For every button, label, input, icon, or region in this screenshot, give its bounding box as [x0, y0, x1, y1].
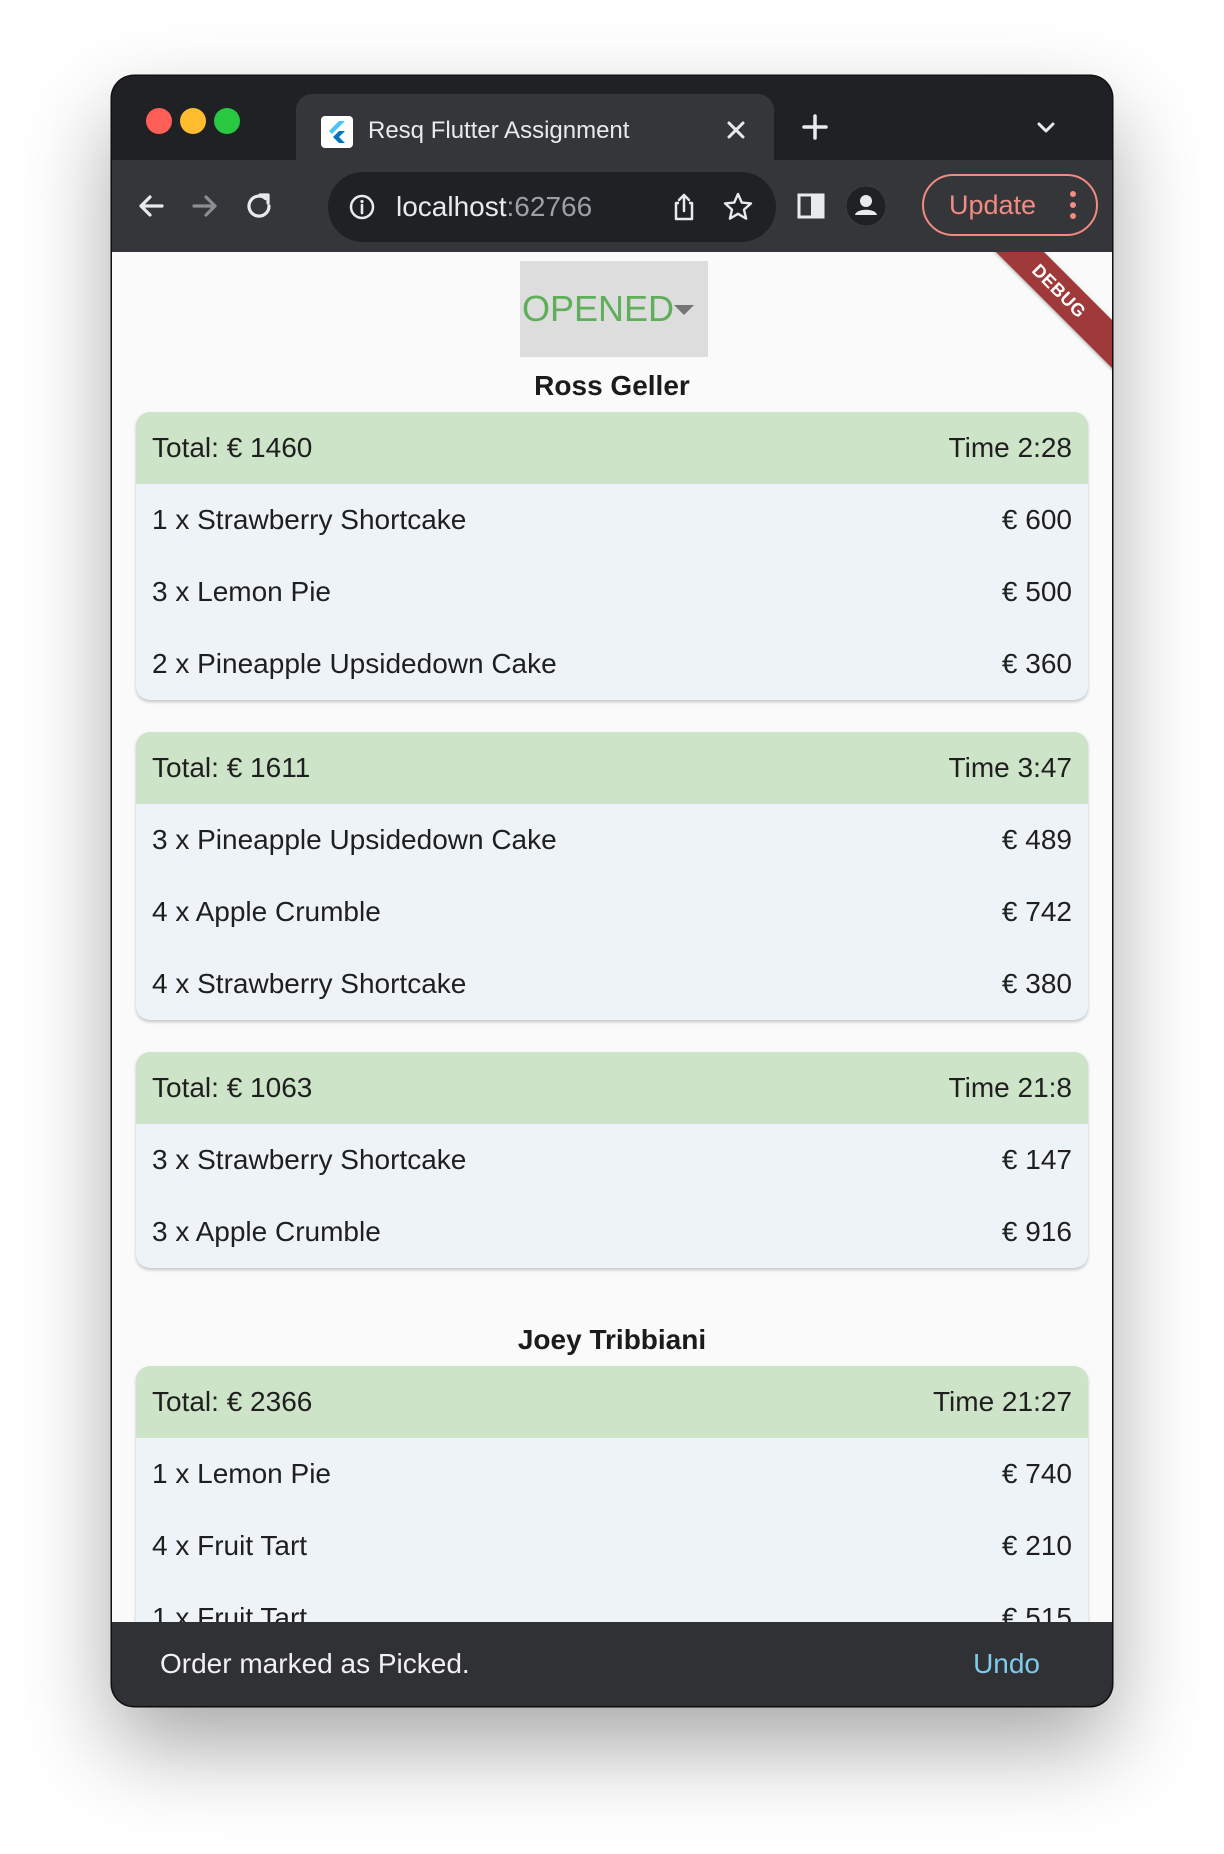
order-item: 2 x Pineapple Upsidedown Cake € 360	[136, 628, 1088, 700]
tab-active[interactable]: Resq Flutter Assignment	[296, 94, 774, 166]
item-price: € 489	[1001, 824, 1072, 855]
order-header: Total: € 1063 Time 21:8	[136, 1052, 1088, 1124]
undo-button[interactable]: Undo	[973, 1647, 1040, 1681]
url-text: localhost:62766	[396, 191, 593, 222]
order-time: Time 3:47	[948, 752, 1072, 783]
item-price: € 147	[1001, 1144, 1072, 1175]
order-item: 4 x Apple Crumble € 742	[136, 876, 1088, 948]
forward-arrow-icon[interactable]	[186, 187, 224, 225]
order-card[interactable]: Total: € 1063 Time 21:8 3 x Strawberry S…	[136, 1052, 1088, 1268]
item-price: € 380	[1001, 968, 1072, 999]
dropdown-caret-icon	[674, 305, 694, 315]
star-icon[interactable]	[722, 191, 754, 223]
browser-toolbar: localhost:62766 Update	[112, 160, 1112, 252]
order-item: 3 x Pineapple Upsidedown Cake € 489	[136, 804, 1088, 876]
item-label: 1 x Strawberry Shortcake	[152, 504, 467, 535]
more-vert-icon[interactable]	[1070, 190, 1076, 220]
item-price: € 600	[1001, 504, 1072, 535]
order-time: Time 21:27	[932, 1386, 1072, 1417]
item-price: € 742	[1001, 896, 1072, 927]
order-item: 1 x Strawberry Shortcake € 600	[136, 484, 1088, 556]
item-label: 3 x Pineapple Upsidedown Cake	[152, 824, 557, 855]
item-price: € 360	[1001, 648, 1072, 679]
order-header: Total: € 2366 Time 21:27	[136, 1366, 1088, 1438]
order-item: 1 x Lemon Pie € 740	[136, 1438, 1088, 1510]
address-bar[interactable]: localhost:62766	[328, 172, 776, 242]
maximize-window-button[interactable]	[214, 108, 240, 134]
flutter-icon	[321, 116, 353, 148]
item-label: 3 x Strawberry Shortcake	[152, 1144, 467, 1175]
order-card[interactable]: Total: € 1460 Time 2:28 1 x Strawberry S…	[136, 412, 1088, 700]
close-window-button[interactable]	[146, 108, 172, 134]
back-arrow-icon[interactable]	[132, 187, 170, 225]
debug-banner: DEBUG	[965, 252, 1112, 385]
status-filter-dropdown[interactable]: OPENED	[520, 261, 708, 357]
order-header: Total: € 1611 Time 3:47	[136, 732, 1088, 804]
order-time: Time 21:8	[948, 1072, 1072, 1103]
item-label: 1 x Lemon Pie	[152, 1458, 331, 1489]
app-content: OPENED DEBUG Ross Geller Total: € 1460 T…	[112, 252, 1112, 1622]
reload-icon[interactable]	[240, 187, 278, 225]
profile-avatar-icon[interactable]	[846, 186, 886, 226]
update-button-label: Update	[949, 190, 1037, 220]
customer-name: Joey Tribbiani	[517, 1324, 707, 1355]
item-price: € 210	[1001, 1530, 1072, 1561]
minimize-window-button[interactable]	[180, 108, 206, 134]
order-card[interactable]: Total: € 1611 Time 3:47 3 x Pineapple Up…	[136, 732, 1088, 1020]
item-price: € 515	[1001, 1602, 1072, 1622]
order-item: 3 x Strawberry Shortcake € 147	[136, 1124, 1088, 1196]
item-price: € 916	[1001, 1216, 1072, 1247]
tab-strip: Resq Flutter Assignment	[112, 76, 1112, 166]
snackbar-message: Order marked as Picked.	[160, 1648, 470, 1679]
order-item: 4 x Fruit Tart € 210	[136, 1510, 1088, 1582]
side-panel-icon[interactable]	[792, 187, 830, 225]
order-item: 3 x Lemon Pie € 500	[136, 556, 1088, 628]
order-item: 4 x Strawberry Shortcake € 380	[136, 948, 1088, 1020]
order-total: Total: € 1460	[152, 432, 313, 463]
item-label: 4 x Apple Crumble	[152, 896, 381, 927]
item-price: € 500	[1001, 576, 1072, 607]
tab-title: Resq Flutter Assignment	[368, 117, 630, 144]
chevron-down-icon[interactable]	[1032, 114, 1060, 142]
order-total: Total: € 1063	[152, 1072, 313, 1103]
info-icon[interactable]	[348, 193, 376, 221]
order-card[interactable]: Total: € 2366 Time 21:27 1 x Lemon Pie €…	[136, 1366, 1088, 1622]
item-label: 3 x Lemon Pie	[152, 576, 331, 607]
order-total: Total: € 1611	[152, 752, 311, 783]
new-tab-icon[interactable]	[798, 110, 832, 144]
browser-window: Resq Flutter Assignment localhost:62766	[112, 76, 1112, 1706]
order-item: 1 x Fruit Tart € 515	[136, 1582, 1088, 1622]
order-header: Total: € 1460 Time 2:28	[136, 412, 1088, 484]
status-filter-value: OPENED	[522, 288, 675, 329]
customer-name: Ross Geller	[534, 370, 690, 401]
order-time: Time 2:28	[948, 432, 1072, 463]
share-icon[interactable]	[668, 191, 700, 223]
order-item: 3 x Apple Crumble € 916	[136, 1196, 1088, 1268]
item-label: 4 x Fruit Tart	[152, 1530, 308, 1561]
snackbar: Order marked as Picked. Undo	[112, 1622, 1112, 1706]
item-label: 1 x Fruit Tart	[152, 1602, 308, 1622]
close-tab-icon[interactable]	[718, 112, 754, 148]
item-label: 2 x Pineapple Upsidedown Cake	[152, 648, 557, 679]
update-button[interactable]: Update	[922, 174, 1098, 236]
item-price: € 740	[1001, 1458, 1072, 1489]
order-total: Total: € 2366	[152, 1386, 313, 1417]
item-label: 4 x Strawberry Shortcake	[152, 968, 467, 999]
item-label: 3 x Apple Crumble	[152, 1216, 381, 1247]
